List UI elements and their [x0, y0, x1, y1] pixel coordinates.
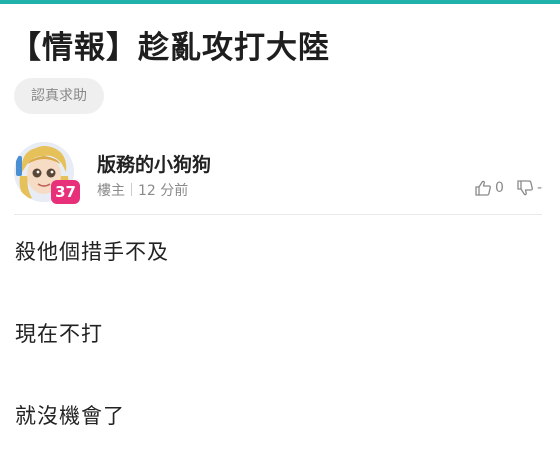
- post-tag[interactable]: 認真求助: [14, 78, 104, 114]
- post-time: 12 分前: [138, 183, 189, 199]
- level-badge: 37: [51, 180, 80, 204]
- divider: [14, 214, 542, 215]
- vote-bar: 0 -: [474, 180, 542, 196]
- reply-text-line-1: 殺他個措手不及: [15, 240, 169, 264]
- reply-text-line-3: 就沒機會了: [15, 404, 125, 428]
- upvote-count: 0: [495, 180, 504, 196]
- author-name[interactable]: 版務的小狗狗: [97, 150, 211, 177]
- thumbs-up-icon[interactable]: [474, 180, 492, 196]
- thumbs-down-icon[interactable]: [516, 180, 534, 196]
- post-title: 【情報】趁亂攻打大陸: [10, 30, 330, 66]
- downvote-count: -: [536, 180, 542, 196]
- meta-separator: [131, 183, 132, 196]
- author-role: 樓主: [97, 183, 125, 199]
- post-meta: 樓主 12 分前: [97, 180, 188, 200]
- accent-top-bar: [0, 0, 560, 4]
- reply-text-line-2: 現在不打: [15, 322, 103, 346]
